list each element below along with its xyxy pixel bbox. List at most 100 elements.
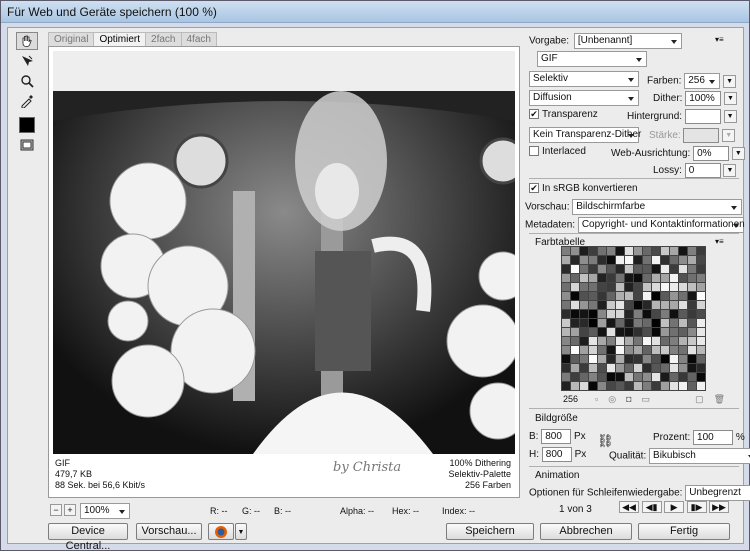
palette-swatch[interactable] <box>652 274 660 282</box>
palette-swatch[interactable] <box>616 283 624 291</box>
palette-swatch[interactable] <box>571 355 579 363</box>
palette-swatch[interactable] <box>562 373 570 381</box>
palette-swatch[interactable] <box>598 274 606 282</box>
palette-swatch[interactable] <box>580 337 588 345</box>
palette-swatch[interactable] <box>616 256 624 264</box>
palette-swatch[interactable] <box>643 337 651 345</box>
palette-swatch[interactable] <box>697 256 705 264</box>
device-central-button[interactable]: Device Central... <box>48 523 128 552</box>
palette-swatch[interactable] <box>589 319 597 327</box>
palette-swatch[interactable] <box>607 256 615 264</box>
palette-swatch[interactable] <box>670 310 678 318</box>
palette-swatch[interactable] <box>616 247 624 255</box>
palette-swatch[interactable] <box>571 382 579 390</box>
palette-swatch[interactable] <box>661 328 669 336</box>
palette-swatch[interactable] <box>679 292 687 300</box>
palette-swatch[interactable] <box>697 310 705 318</box>
color-table-grid[interactable] <box>561 246 706 391</box>
palette-swatch[interactable] <box>634 256 642 264</box>
palette-swatch[interactable] <box>625 355 633 363</box>
palette-swatch[interactable] <box>625 319 633 327</box>
palette-swatch[interactable] <box>688 247 696 255</box>
palette-swatch[interactable] <box>571 274 579 282</box>
palette-swatch[interactable] <box>643 373 651 381</box>
palette-swatch[interactable] <box>697 346 705 354</box>
palette-swatch[interactable] <box>697 265 705 273</box>
palette-swatch[interactable] <box>589 256 597 264</box>
palette-swatch[interactable] <box>571 283 579 291</box>
palette-swatch[interactable] <box>598 364 606 372</box>
palette-swatch[interactable] <box>607 319 615 327</box>
palette-swatch[interactable] <box>607 328 615 336</box>
palette-swatch[interactable] <box>661 265 669 273</box>
palette-swatch[interactable] <box>571 346 579 354</box>
palette-swatch[interactable] <box>643 310 651 318</box>
palette-swatch[interactable] <box>634 265 642 273</box>
matte-input[interactable] <box>684 109 721 124</box>
format-select[interactable]: GIF <box>537 51 647 67</box>
loop-select[interactable]: Unbegrenzt <box>685 485 750 501</box>
tab-optimized[interactable]: Optimiert <box>93 32 147 46</box>
palette-swatch[interactable] <box>562 337 570 345</box>
palette-swatch[interactable] <box>589 283 597 291</box>
palette-swatch[interactable] <box>562 301 570 309</box>
palette-swatch[interactable] <box>670 274 678 282</box>
eyedropper-tool-icon[interactable] <box>16 92 38 110</box>
palette-swatch[interactable] <box>616 328 624 336</box>
palette-swatch[interactable] <box>661 337 669 345</box>
palette-swatch[interactable] <box>589 292 597 300</box>
palette-swatch[interactable] <box>571 319 579 327</box>
zoom-out-button[interactable]: − <box>50 504 62 516</box>
palette-swatch[interactable] <box>652 373 660 381</box>
palette-swatch[interactable] <box>652 382 660 390</box>
palette-swatch[interactable] <box>607 292 615 300</box>
palette-swatch[interactable] <box>589 274 597 282</box>
palette-swatch[interactable] <box>625 292 633 300</box>
web-shift-icon[interactable]: ◎ <box>608 394 616 404</box>
palette-swatch[interactable] <box>688 256 696 264</box>
palette-swatch[interactable] <box>652 346 660 354</box>
palette-swatch[interactable] <box>598 346 606 354</box>
palette-swatch[interactable] <box>616 301 624 309</box>
palette-swatch[interactable] <box>598 319 606 327</box>
palette-swatch[interactable] <box>652 301 660 309</box>
palette-swatch[interactable] <box>580 301 588 309</box>
palette-swatch[interactable] <box>652 256 660 264</box>
palette-swatch[interactable] <box>652 364 660 372</box>
palette-swatch[interactable] <box>580 256 588 264</box>
palette-swatch[interactable] <box>661 301 669 309</box>
palette-swatch[interactable] <box>670 301 678 309</box>
palette-swatch[interactable] <box>589 247 597 255</box>
palette-swatch[interactable] <box>580 382 588 390</box>
palette-swatch[interactable] <box>562 364 570 372</box>
palette-swatch[interactable] <box>616 292 624 300</box>
palette-swatch[interactable] <box>643 247 651 255</box>
palette-swatch[interactable] <box>562 292 570 300</box>
palette-swatch[interactable] <box>580 283 588 291</box>
map-color-icon[interactable]: ▫ <box>595 394 598 404</box>
palette-swatch[interactable] <box>634 310 642 318</box>
palette-swatch[interactable] <box>598 355 606 363</box>
prev-frame-icon[interactable]: ◀▮ <box>641 501 662 513</box>
next-frame-icon[interactable]: ▮▶ <box>686 501 707 513</box>
new-color-icon[interactable]: ▢ <box>695 394 704 404</box>
palette-swatch[interactable] <box>670 382 678 390</box>
palette-swatch[interactable] <box>697 247 705 255</box>
palette-swatch[interactable] <box>679 328 687 336</box>
palette-swatch[interactable] <box>589 355 597 363</box>
browser-preview-button[interactable] <box>208 523 234 540</box>
palette-swatch[interactable] <box>670 283 678 291</box>
palette-swatch[interactable] <box>697 319 705 327</box>
palette-swatch[interactable] <box>652 265 660 273</box>
palette-swatch[interactable] <box>688 373 696 381</box>
palette-swatch[interactable] <box>598 373 606 381</box>
palette-swatch[interactable] <box>643 292 651 300</box>
palette-swatch[interactable] <box>679 364 687 372</box>
palette-swatch[interactable] <box>571 256 579 264</box>
palette-swatch[interactable] <box>580 310 588 318</box>
palette-swatch[interactable] <box>670 346 678 354</box>
palette-swatch[interactable] <box>634 355 642 363</box>
colors-select[interactable]: 256 <box>684 73 721 89</box>
constrain-link-icon[interactable]: ⛓ <box>597 433 614 449</box>
palette-swatch[interactable] <box>589 301 597 309</box>
